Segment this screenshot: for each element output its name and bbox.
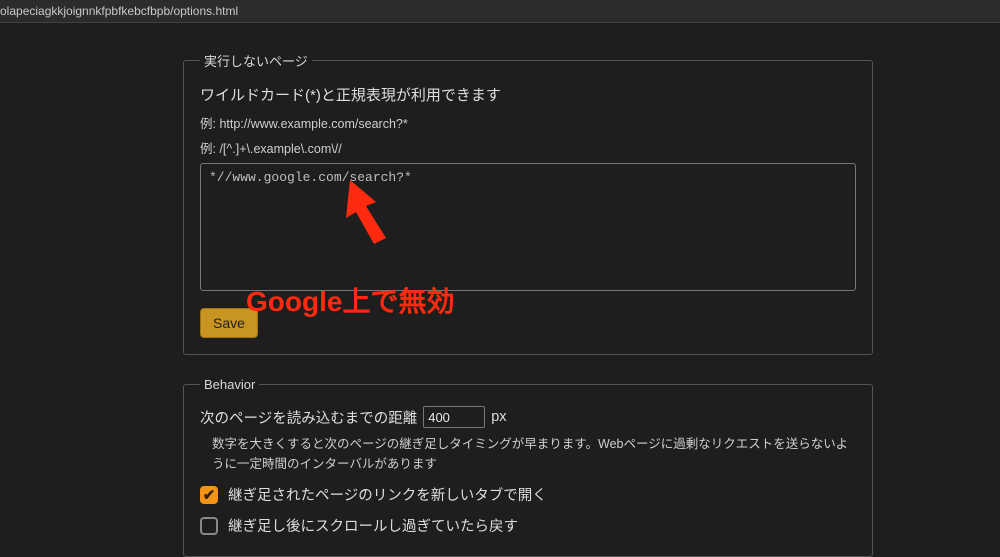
distance-unit: px bbox=[491, 409, 506, 425]
behavior-legend: Behavior bbox=[200, 377, 259, 392]
exclude-fieldset: 実行しないページ ワイルドカード(*)と正規表現が利用できます 例: http:… bbox=[183, 51, 873, 355]
exclude-example-2: 例: /[^.]+\.example\.com\// bbox=[200, 138, 856, 157]
save-button[interactable]: Save bbox=[200, 308, 258, 338]
checkbox-scrollback-label: 継ぎ足し後にスクロールし過ぎていたら戻す bbox=[228, 515, 518, 536]
exclude-textarea[interactable] bbox=[200, 163, 856, 291]
distance-label: 次のページを読み込むまでの距離 bbox=[200, 407, 417, 428]
distance-help: 数字を大きくすると次のページの継ぎ足しタイミングが早まります。Webページに過剰… bbox=[212, 434, 856, 474]
exclude-example-1: 例: http://www.example.com/search?* bbox=[200, 113, 856, 132]
behavior-fieldset: Behavior 次のページを読み込むまでの距離 px 数字を大きくすると次のペ… bbox=[183, 377, 873, 557]
url-text: olapeciagkkjoignnkfpbfkebcfbpb/options.h… bbox=[0, 4, 238, 18]
exclude-legend: 実行しないページ bbox=[200, 51, 312, 70]
checkbox-newtab[interactable]: ✔ bbox=[200, 486, 218, 504]
checkbox-newtab-label: 継ぎ足されたページのリンクを新しいタブで開く bbox=[228, 484, 547, 505]
checkbox-scrollback[interactable] bbox=[200, 517, 218, 535]
address-bar: olapeciagkkjoignnkfpbfkebcfbpb/options.h… bbox=[0, 0, 1000, 23]
distance-input[interactable] bbox=[423, 406, 485, 428]
options-content: 実行しないページ ワイルドカード(*)と正規表現が利用できます 例: http:… bbox=[0, 23, 1000, 557]
exclude-description: ワイルドカード(*)と正規表現が利用できます bbox=[200, 84, 856, 105]
